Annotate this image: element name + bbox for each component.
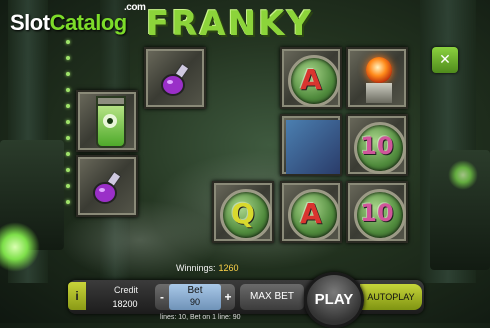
bet-decrease-button[interactable]: - <box>155 284 169 310</box>
symbol-a: A <box>300 197 322 230</box>
reel-cell-potion <box>76 155 138 217</box>
bet-label: Bet <box>187 285 203 296</box>
rail-light <box>66 56 70 60</box>
background-glow-light <box>448 160 478 190</box>
reel-cell-ten: 10 <box>346 114 408 176</box>
reel-cell-letter-q: Q <box>212 181 274 243</box>
brain-machine-icon <box>286 120 340 174</box>
logo-text-com: .com <box>124 2 146 13</box>
game-title: FRANKY <box>146 4 314 44</box>
logo-text-catalog: Catalog <box>49 10 128 35</box>
max-bet-button[interactable]: MAX BET <box>240 284 304 310</box>
rail-light <box>66 184 70 188</box>
credit-value: 18200 <box>112 299 138 309</box>
reel-cell-brain-machine <box>280 114 342 176</box>
rail-light <box>66 200 70 204</box>
credit-label: Credit <box>113 285 138 295</box>
eye-jar-icon <box>96 96 126 148</box>
lines-info: lines: 10, Bet on 1 line: 90 <box>160 314 241 321</box>
winnings-label: Winnings: <box>176 263 216 273</box>
rail-light <box>66 40 70 44</box>
rail-light <box>66 88 70 92</box>
eyeball-icon <box>103 114 117 128</box>
symbol-a: A <box>300 63 322 96</box>
potion-flask-icon <box>161 63 190 96</box>
symbol-10: 10 <box>360 199 394 227</box>
rail-light <box>66 136 70 140</box>
potion-flask-icon <box>93 171 122 204</box>
rail-light <box>66 120 70 124</box>
sound-toggle-button[interactable]: ✕ <box>432 47 458 73</box>
reel-cell-letter-a: A <box>280 181 342 243</box>
reel-cell-tesla-orb <box>346 47 408 109</box>
speaker-mute-icon: ✕ <box>439 51 451 67</box>
slotcatalog-logo: SlotCatalog .com <box>10 2 146 36</box>
logo-text-slot: Slot <box>10 10 50 35</box>
bet-increase-button[interactable]: + <box>221 284 235 310</box>
reel-cell-ten: 10 <box>346 181 408 243</box>
symbol-10: 10 <box>360 132 394 160</box>
rail-light <box>66 104 70 108</box>
tesla-orb-icon <box>366 57 392 83</box>
info-button[interactable]: i <box>68 282 86 310</box>
rail-light <box>66 152 70 156</box>
symbol-q: Q <box>231 197 255 230</box>
bet-value: 90 <box>189 297 200 307</box>
jar-lid <box>96 96 126 106</box>
reel-cell-eye-jar <box>76 90 138 152</box>
rail-light <box>66 168 70 172</box>
autoplay-button[interactable]: AUTOPLAY <box>360 284 422 310</box>
winnings-value: 1260 <box>218 263 239 273</box>
rail-light <box>66 72 70 76</box>
winnings-display: Winnings: 1260 <box>176 263 306 277</box>
reel-cell-potion <box>144 47 206 109</box>
reel-cell-letter-a: A <box>280 47 342 109</box>
tesla-base <box>366 83 392 103</box>
